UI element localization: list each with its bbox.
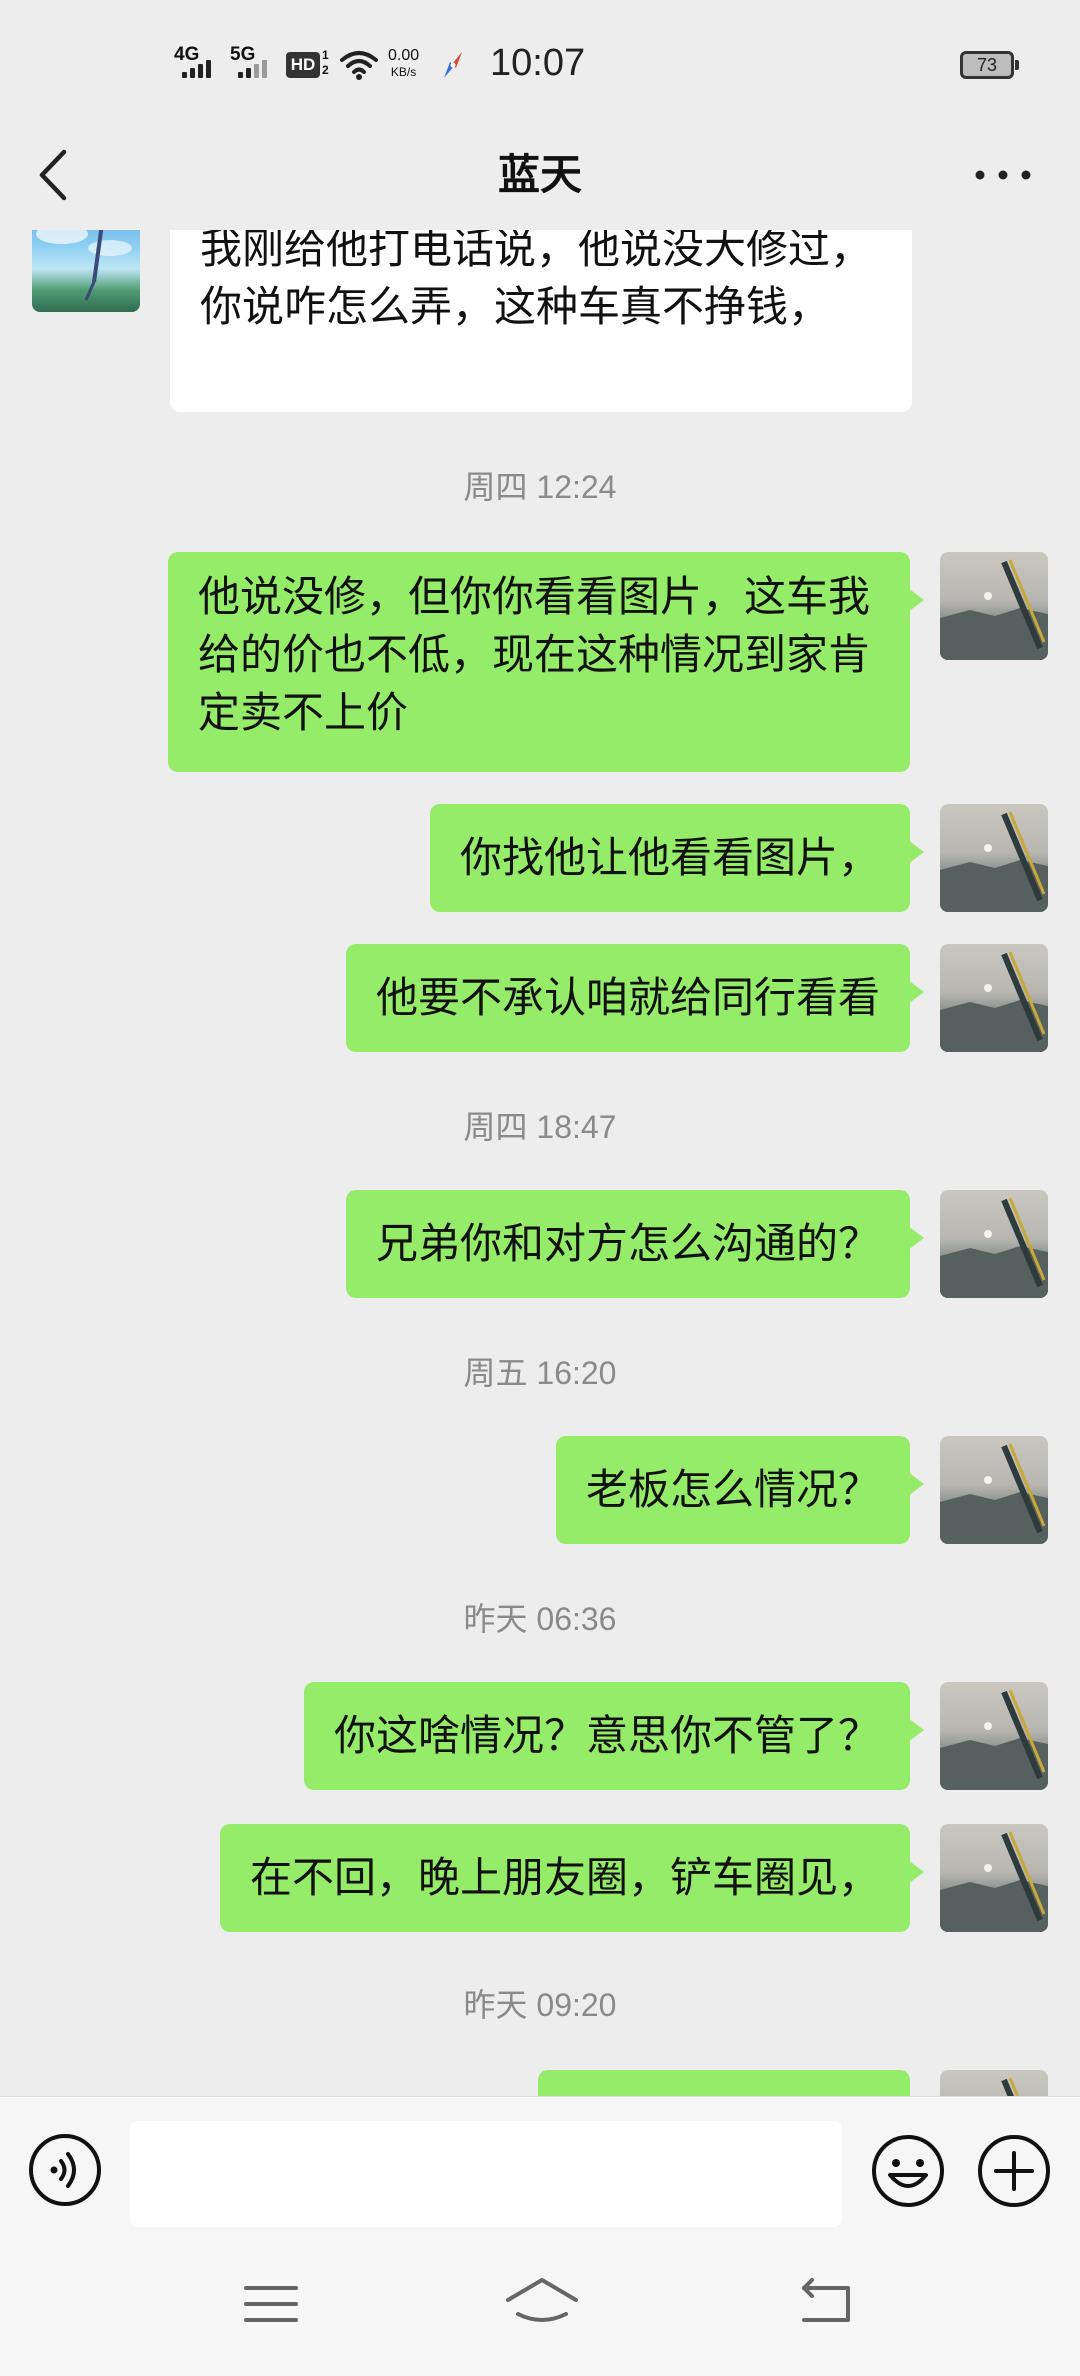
message-timestamp: 周五 16:20 [463, 1355, 617, 1391]
message-row-incoming: 我刚给他打电话说，他说没大修过，你说咋怎么弄，这种车真不挣钱， [0, 230, 1080, 414]
self-avatar[interactable] [940, 1190, 1048, 1298]
message-bubble-outgoing[interactable] [538, 2070, 910, 2096]
plus-icon[interactable] [976, 2133, 1052, 2209]
message-row-outgoing: 他说没修，但你你看看图片，这车我给的价也不低，现在这种情况到家肯定卖不上价 [0, 552, 1080, 772]
message-list[interactable]: 我刚给他打电话说，他说没大修过，你说咋怎么弄，这种车真不挣钱， 周四 12:24… [0, 230, 1080, 2096]
message-bubble-outgoing[interactable]: 他说没修，但你你看看图片，这车我给的价也不低，现在这种情况到家肯定卖不上价 [168, 552, 924, 772]
chevron-left-icon[interactable] [30, 140, 80, 210]
self-avatar[interactable] [940, 552, 1048, 660]
menu-icon[interactable] [236, 2274, 306, 2334]
message-input[interactable] [130, 2121, 842, 2227]
battery-icon: 73 [960, 51, 1019, 79]
self-avatar[interactable] [940, 944, 1048, 1052]
message-timestamp: 昨天 06:36 [463, 1601, 617, 1637]
more-dots-icon[interactable] [970, 150, 1036, 200]
chat-title: 蓝天 [497, 150, 582, 199]
self-avatar[interactable] [940, 1824, 1048, 1932]
message-timestamp: 周四 18:47 [463, 1109, 617, 1145]
message-bubble-outgoing[interactable]: 老板怎么情况？ [555, 1436, 925, 1544]
chat-header: 蓝天 [0, 120, 1080, 230]
message-bubble-outgoing[interactable]: 兄弟你和对方怎么沟通的？ [345, 1190, 925, 1298]
message-bubble-outgoing[interactable]: 他要不承认咱就给同行看看 [345, 944, 925, 1052]
hd-sim-index: 1 2 [322, 48, 329, 77]
message-row-outgoing: 兄弟你和对方怎么沟通的？ [0, 1190, 1080, 1298]
self-avatar[interactable] [940, 2070, 1048, 2096]
message-timestamp: 周四 12:24 [463, 469, 617, 505]
message-row-outgoing: 在不回，晚上朋友圈，铲车圈见， [0, 1824, 1080, 1932]
status-bar: 4G 5G HD 1 2 0.00 KB/s 10:07 73 [0, 0, 1080, 120]
system-navigation-bar [0, 2234, 1080, 2376]
message-timestamp: 昨天 09:20 [463, 1987, 617, 2023]
self-avatar[interactable] [940, 804, 1048, 912]
chat-input-bar [0, 2096, 1080, 2235]
home-icon[interactable] [502, 2274, 582, 2334]
wifi-icon [340, 51, 378, 80]
message-bubble-incoming[interactable]: 我刚给他打电话说，他说没大修过，你说咋怎么弄，这种车真不挣钱， [170, 230, 912, 412]
signal-4g-icon: 4G [174, 44, 220, 80]
clock: 10:07 [490, 42, 586, 84]
signal-5g-icon: 5G [230, 44, 276, 80]
hd-voice-badge: HD [286, 52, 320, 78]
message-row-outgoing: 你找他让他看看图片， [0, 804, 1080, 912]
message-bubble-outgoing[interactable]: 在不回，晚上朋友圈，铲车圈见， [219, 1824, 925, 1932]
message-row-outgoing [0, 2070, 1080, 2096]
self-avatar[interactable] [940, 1436, 1048, 1544]
message-bubble-outgoing[interactable]: 你这啥情况？意思你不管了？ [303, 1682, 925, 1790]
back-icon[interactable] [790, 2274, 860, 2334]
contact-avatar[interactable] [32, 230, 140, 312]
message-bubble-outgoing[interactable]: 你找他让他看看图片， [429, 804, 925, 912]
voice-icon[interactable] [28, 2133, 102, 2207]
emoji-icon[interactable] [870, 2133, 946, 2209]
self-avatar[interactable] [940, 1682, 1048, 1790]
network-speed: 0.00 KB/s [388, 47, 420, 80]
compass-icon [444, 52, 462, 78]
message-row-outgoing: 你这啥情况？意思你不管了？ [0, 1682, 1080, 1790]
battery-level: 73 [976, 55, 998, 75]
message-row-outgoing: 他要不承认咱就给同行看看 [0, 944, 1080, 1052]
message-row-outgoing: 老板怎么情况？ [0, 1436, 1080, 1544]
